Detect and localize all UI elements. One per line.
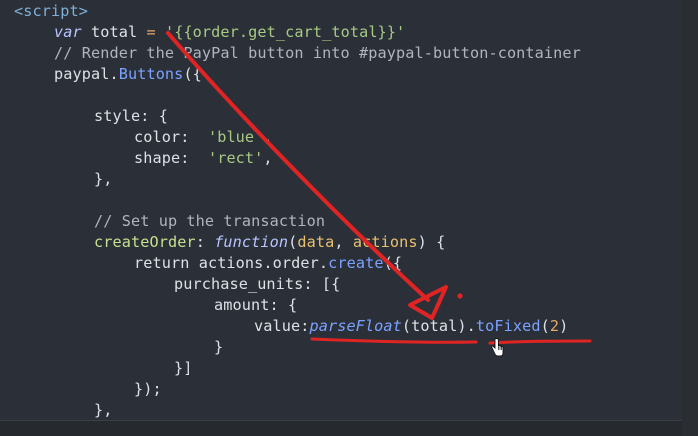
code-token: ({	[183, 65, 202, 83]
code-token: '{{order.get_cart_total}}'	[164, 23, 406, 41]
hand-pointer-icon	[490, 338, 504, 358]
code-token: 'rect'	[207, 149, 264, 167]
code-token: ({	[383, 254, 403, 272]
code-token: createOrder	[94, 233, 196, 251]
code-token: (total).	[401, 317, 476, 335]
code-token: total	[81, 23, 147, 41]
code-line: paypal.Buttons({	[54, 64, 202, 85]
code-token: (	[540, 317, 550, 335]
code-token: )	[559, 317, 569, 335]
code-token: }]	[174, 359, 193, 377]
code-token: ,	[263, 149, 273, 167]
code-line: });	[134, 379, 162, 400]
code-token: parseFloat	[309, 317, 402, 335]
code-line: return actions.order.create({	[134, 253, 402, 274]
code-token: ,	[263, 128, 273, 146]
code-line: style: {	[94, 106, 168, 127]
code-token: create	[328, 254, 384, 272]
screenshot-stage: <script> var total = '{{order.get_cart_to…	[0, 0, 698, 436]
code-line: }]	[174, 358, 193, 379]
code-token: toFixed	[475, 317, 541, 335]
code-token: Buttons	[118, 65, 184, 83]
code-token: :	[195, 233, 215, 251]
code-line: value:parseFloat(total).toFixed(2)	[254, 316, 568, 337]
code-line: // Set up the transaction	[94, 211, 325, 232]
code-token: },	[94, 401, 113, 419]
code-token: });	[134, 380, 162, 398]
code-token: function	[214, 233, 289, 251]
code-line: createOrder: function(data, actions) {	[94, 232, 445, 253]
code-line: color: 'blue',	[134, 127, 273, 148]
code-token: }	[214, 338, 224, 356]
code-token: // Set up the transaction	[94, 212, 326, 230]
code-line: purchase_units: [{	[174, 274, 340, 295]
code-line: },	[94, 169, 113, 190]
code-token: value:	[254, 317, 310, 335]
editor-side-strip	[682, 0, 698, 436]
code-token: // Render the PayPal button into #paypal…	[54, 44, 581, 62]
code-token: data	[297, 233, 335, 251]
code-token: <script>	[14, 2, 88, 20]
code-token: ,	[334, 233, 353, 251]
code-token: style: {	[94, 107, 168, 125]
code-token: },	[94, 170, 113, 188]
code-token: return actions.order.	[134, 254, 329, 272]
code-line: // Render the PayPal button into #paypal…	[54, 43, 581, 64]
code-line: amount: {	[214, 295, 297, 316]
code-editor[interactable]: <script> var total = '{{order.get_cart_to…	[0, 0, 683, 421]
code-line: shape: 'rect',	[134, 148, 273, 169]
code-token: color:	[134, 128, 208, 146]
code-token: =	[146, 23, 156, 41]
code-token: paypal.	[54, 65, 119, 83]
code-token: amount: {	[214, 296, 298, 314]
code-token: 2	[549, 317, 560, 335]
code-token: 'blue'	[207, 128, 264, 146]
code-token: ) {	[417, 233, 446, 251]
code-token: (	[288, 233, 298, 251]
code-token: purchase_units: [{	[174, 275, 341, 293]
code-token: var	[54, 23, 82, 41]
code-line: <script>	[14, 1, 88, 22]
code-token: shape:	[134, 149, 208, 167]
code-line: var total = '{{order.get_cart_total}}'	[54, 22, 405, 43]
code-line: }	[214, 337, 223, 358]
code-line: },	[94, 400, 113, 420]
code-token: actions	[352, 233, 418, 251]
